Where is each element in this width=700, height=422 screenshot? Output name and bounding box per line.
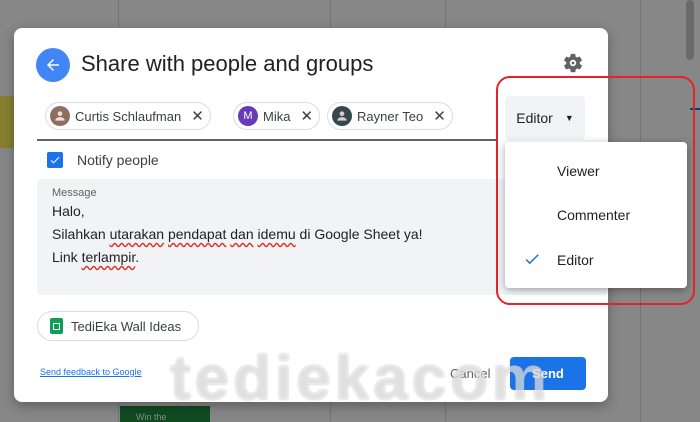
check-icon (50, 156, 60, 164)
person-icon (55, 111, 65, 121)
recipient-chip[interactable]: Curtis Schlaufman ✕ (45, 102, 211, 130)
gear-icon[interactable] (562, 52, 584, 74)
menu-item-viewer[interactable]: Viewer (557, 163, 600, 179)
file-chip[interactable]: TediEka Wall Ideas (37, 311, 199, 341)
menu-item-editor[interactable]: Editor (557, 252, 594, 268)
role-menu: Viewer Commenter Editor (505, 142, 687, 288)
arrow-left-icon (47, 59, 59, 71)
recipient-name: Rayner Teo (357, 108, 424, 124)
message-line: Link terlampir. (52, 249, 140, 265)
notify-checkbox[interactable] (47, 152, 63, 168)
recipient-name: Curtis Schlaufman (75, 108, 182, 124)
check-icon (525, 254, 539, 265)
message-line: Halo, (52, 203, 85, 219)
dialog-title: Share with people and groups (81, 51, 374, 76)
file-name: TediEka Wall Ideas (71, 318, 182, 334)
avatar (50, 106, 70, 126)
avatar: M (238, 106, 258, 126)
recipient-name: Mika (263, 108, 291, 124)
recipients-field[interactable]: Curtis Schlaufman ✕ M Mika ✕ Rayner Teo … (37, 94, 497, 141)
remove-recipient-icon[interactable]: ✕ (191, 107, 204, 125)
remove-recipient-icon[interactable]: ✕ (300, 107, 313, 125)
role-dropdown-label: Editor (516, 110, 553, 126)
message-label: Message (52, 187, 97, 199)
watermark: tediekacom (170, 344, 552, 413)
caret-down-icon: ▼ (564, 113, 574, 123)
message-line: Silahkan utarakan pendapat dan idemu di … (52, 226, 423, 242)
notify-people-row[interactable]: Notify people (47, 152, 159, 168)
person-icon (337, 111, 347, 121)
menu-item-commenter[interactable]: Commenter (557, 207, 630, 223)
notify-label: Notify people (77, 152, 159, 168)
google-sheets-icon (50, 318, 63, 334)
avatar (332, 106, 352, 126)
recipient-chip[interactable]: Rayner Teo ✕ (327, 102, 453, 130)
send-feedback-link[interactable]: Send feedback to Google (40, 367, 142, 377)
remove-recipient-icon[interactable]: ✕ (433, 107, 446, 125)
role-dropdown-button[interactable]: Editor ▼ (505, 96, 585, 140)
recipient-chip[interactable]: M Mika ✕ (233, 102, 321, 130)
back-button[interactable] (36, 48, 70, 82)
